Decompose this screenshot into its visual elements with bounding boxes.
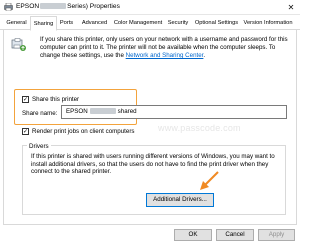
network-sharing-center-link[interactable]: Network and Sharing Center [126,52,204,59]
watermark: www.passcode.com [158,123,241,133]
printer-icon [4,3,13,11]
window-title: EPSON Series) Properties [16,3,120,10]
title-prefix: EPSON [16,3,40,10]
tab-sharing[interactable]: Sharing [30,16,57,31]
share-name-suffix: shared [117,108,137,115]
intro-end: . [203,52,206,59]
title-bar: EPSON Series) Properties ✕ [0,0,300,15]
render-jobs-label: Render print jobs on client computers [32,128,135,135]
tab-ports[interactable]: Ports [57,18,76,30]
arrow-annotation-icon [200,171,219,190]
network-share-icon [11,38,26,51]
share-name-prefix: EPSON [66,108,88,115]
blurred-model-name [89,108,116,114]
tab-general[interactable]: General [4,18,29,30]
tab-security[interactable]: Security [165,18,191,30]
close-button[interactable]: ✕ [285,2,297,13]
share-name-label: Share name: [22,110,58,117]
blurred-model-name [40,3,67,9]
drivers-description: If this printer is shared with users run… [31,153,275,176]
share-printer-label: Share this printer [32,96,80,103]
additional-drivers-button[interactable]: Additional Drivers... [146,193,214,207]
ok-button[interactable]: OK [174,229,212,241]
close-icon: ✕ [287,3,295,12]
tab-optional-settings[interactable]: Optional Settings [192,18,241,30]
tab-advanced[interactable]: Advanced [79,18,110,30]
checkmark-icon: ✓ [22,96,29,103]
tab-version-information[interactable]: Version Information [241,18,295,30]
sharing-intro: If you share this printer, only users on… [40,36,288,60]
render-jobs-checkbox[interactable]: ✓ [22,128,29,135]
apply-button[interactable]: Apply [258,229,295,241]
share-name-field[interactable]: EPSON shared [61,105,287,119]
title-suffix: Series) Properties [67,3,120,10]
tab-color-management[interactable]: Color Management [112,18,164,30]
cancel-button[interactable]: Cancel [216,229,254,241]
tab-bar: General Sharing Ports Advanced Color Man… [0,16,300,31]
share-printer-checkbox[interactable]: ✓ [22,96,29,103]
checkmark-icon: ✓ [22,128,29,135]
drivers-group-title: Drivers [27,143,51,150]
